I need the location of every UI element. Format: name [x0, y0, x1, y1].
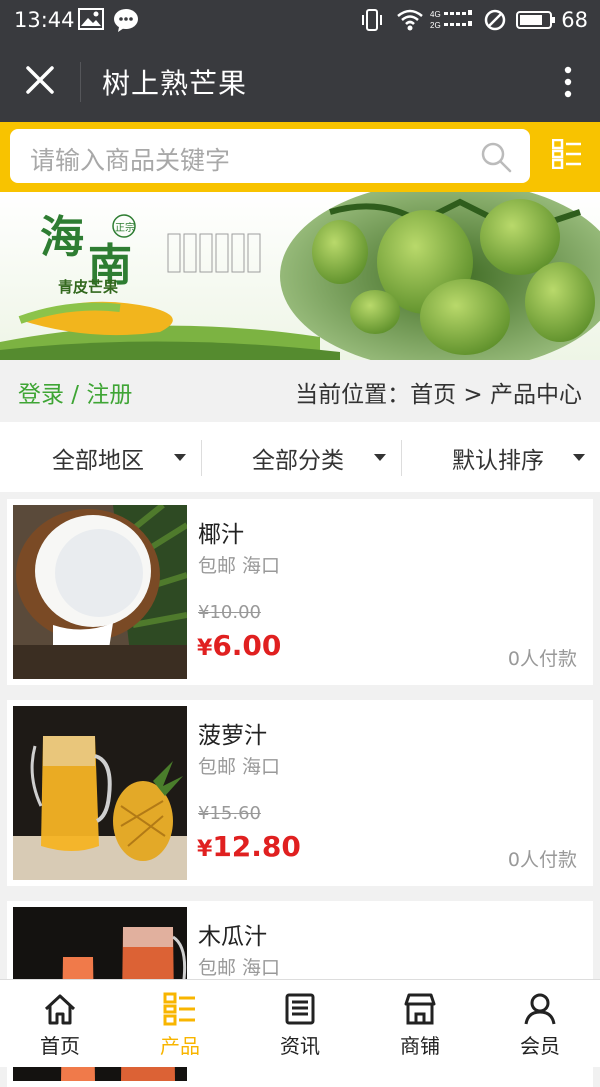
- filter-category-label: 全部分类: [252, 448, 344, 474]
- product-original-price: ¥15.60: [198, 803, 261, 824]
- banner-brand-sub: 青皮芒果: [58, 278, 119, 296]
- product-name[interactable]: 椰汁: [198, 515, 244, 549]
- product-shipping: 包邮 海口: [198, 957, 281, 979]
- svg-text:2G: 2G: [430, 21, 441, 30]
- wifi-icon: [396, 8, 424, 37]
- filter-region-dropdown[interactable]: 全部地区: [0, 422, 200, 492]
- filter-bar: 全部地区 全部分类 默认排序: [0, 422, 600, 492]
- filter-sort-label: 默认排序: [452, 448, 544, 474]
- product-list-icon: [163, 992, 195, 1026]
- breadcrumb-row: 登录 / 注册 当前位置：首页 > 产品中心: [0, 360, 600, 422]
- product-image-coconut[interactable]: [13, 505, 187, 679]
- banner-brand-tag: 正宗: [115, 221, 135, 234]
- tab-store[interactable]: 商铺: [360, 980, 480, 1068]
- product-price: ¥6.00: [197, 629, 281, 662]
- breadcrumb-prefix: 当前位置：: [295, 382, 411, 408]
- tab-home[interactable]: 首页: [0, 980, 120, 1068]
- tab-news-label: 资讯: [280, 1034, 320, 1058]
- breadcrumb-separator: >: [456, 382, 490, 408]
- banner-brand-a: 海: [40, 212, 84, 263]
- tab-store-label: 商铺: [400, 1034, 440, 1058]
- chevron-down-icon: [174, 454, 186, 461]
- product-price: ¥12.80: [197, 830, 301, 863]
- chevron-down-icon: [374, 454, 386, 461]
- image-notification-icon: [78, 8, 104, 35]
- product-shipping: 包邮 海口: [198, 555, 281, 577]
- product-name[interactable]: 菠萝汁: [198, 716, 267, 750]
- breadcrumb: 当前位置：首页 > 产品中心: [295, 375, 582, 409]
- search-icon[interactable]: [480, 141, 512, 177]
- title-bar: 树上熟芒果: [0, 42, 600, 122]
- currency-symbol: ¥: [197, 837, 213, 862]
- tab-products[interactable]: 产品: [120, 980, 240, 1068]
- product-sold-count: 0人付款: [507, 648, 577, 670]
- home-icon: [44, 994, 76, 1025]
- tab-products-label: 产品: [160, 1034, 200, 1058]
- product-original-price: ¥10.00: [198, 602, 261, 623]
- store-icon: [404, 993, 436, 1025]
- do-not-disturb-icon: [484, 8, 506, 37]
- filter-region-label: 全部地区: [52, 448, 144, 474]
- product-price-value: 12.80: [212, 830, 301, 863]
- vibrate-icon: [362, 8, 382, 37]
- category-menu-icon[interactable]: [551, 138, 582, 173]
- product-image-pineapple-juice[interactable]: [13, 706, 187, 880]
- product-price-value: 6.00: [212, 629, 282, 662]
- battery-icon: [516, 8, 556, 37]
- search-bar: 请输入商品关键字: [0, 122, 600, 192]
- filter-category-dropdown[interactable]: 全部分类: [200, 422, 400, 492]
- product-name[interactable]: 木瓜汁: [198, 917, 267, 951]
- bottom-tab-bar: 首页 产品 资讯 商铺 会员: [0, 979, 600, 1067]
- tab-member[interactable]: 会员: [480, 980, 600, 1068]
- product-card[interactable]: 菠萝汁 包邮 海口 ¥15.60 ¥12.80 0人付款: [7, 700, 593, 886]
- chevron-down-icon: [573, 454, 585, 461]
- status-bar: 13:44 4G 2G 68: [0, 0, 600, 42]
- news-icon: [285, 993, 315, 1025]
- close-icon[interactable]: [22, 62, 58, 98]
- product-card[interactable]: 椰汁 包邮 海口 ¥10.00 ¥6.00 0人付款: [7, 499, 593, 685]
- tab-home-label: 首页: [40, 1034, 80, 1058]
- tab-news[interactable]: 资讯: [240, 980, 360, 1068]
- breadcrumb-current: 产品中心: [490, 382, 582, 408]
- title-divider: [80, 62, 81, 102]
- tab-member-label: 会员: [520, 1034, 560, 1058]
- search-input[interactable]: 请输入商品关键字: [10, 129, 530, 183]
- battery-level: 68: [561, 8, 588, 32]
- product-shipping: 包邮 海口: [198, 756, 281, 778]
- filter-sort-dropdown[interactable]: 默认排序: [400, 422, 600, 492]
- member-icon: [524, 993, 556, 1025]
- currency-symbol: ¥: [197, 636, 213, 661]
- banner-image: 海 南 正宗 青皮芒果: [0, 192, 600, 360]
- status-time: 13:44: [14, 8, 75, 32]
- page-title: 树上熟芒果: [102, 67, 248, 100]
- wechat-notification-icon: [113, 8, 139, 37]
- svg-text:4G: 4G: [430, 10, 441, 19]
- breadcrumb-home-link[interactable]: 首页: [410, 382, 456, 408]
- product-sold-count: 0人付款: [507, 849, 577, 871]
- more-options-icon[interactable]: [564, 64, 572, 100]
- login-register-link[interactable]: 登录 / 注册: [18, 375, 132, 409]
- cellular-signal-icon: 4G 2G: [430, 8, 476, 37]
- promo-banner[interactable]: 海 南 正宗 青皮芒果: [0, 192, 600, 360]
- search-placeholder: 请输入商品关键字: [30, 146, 231, 175]
